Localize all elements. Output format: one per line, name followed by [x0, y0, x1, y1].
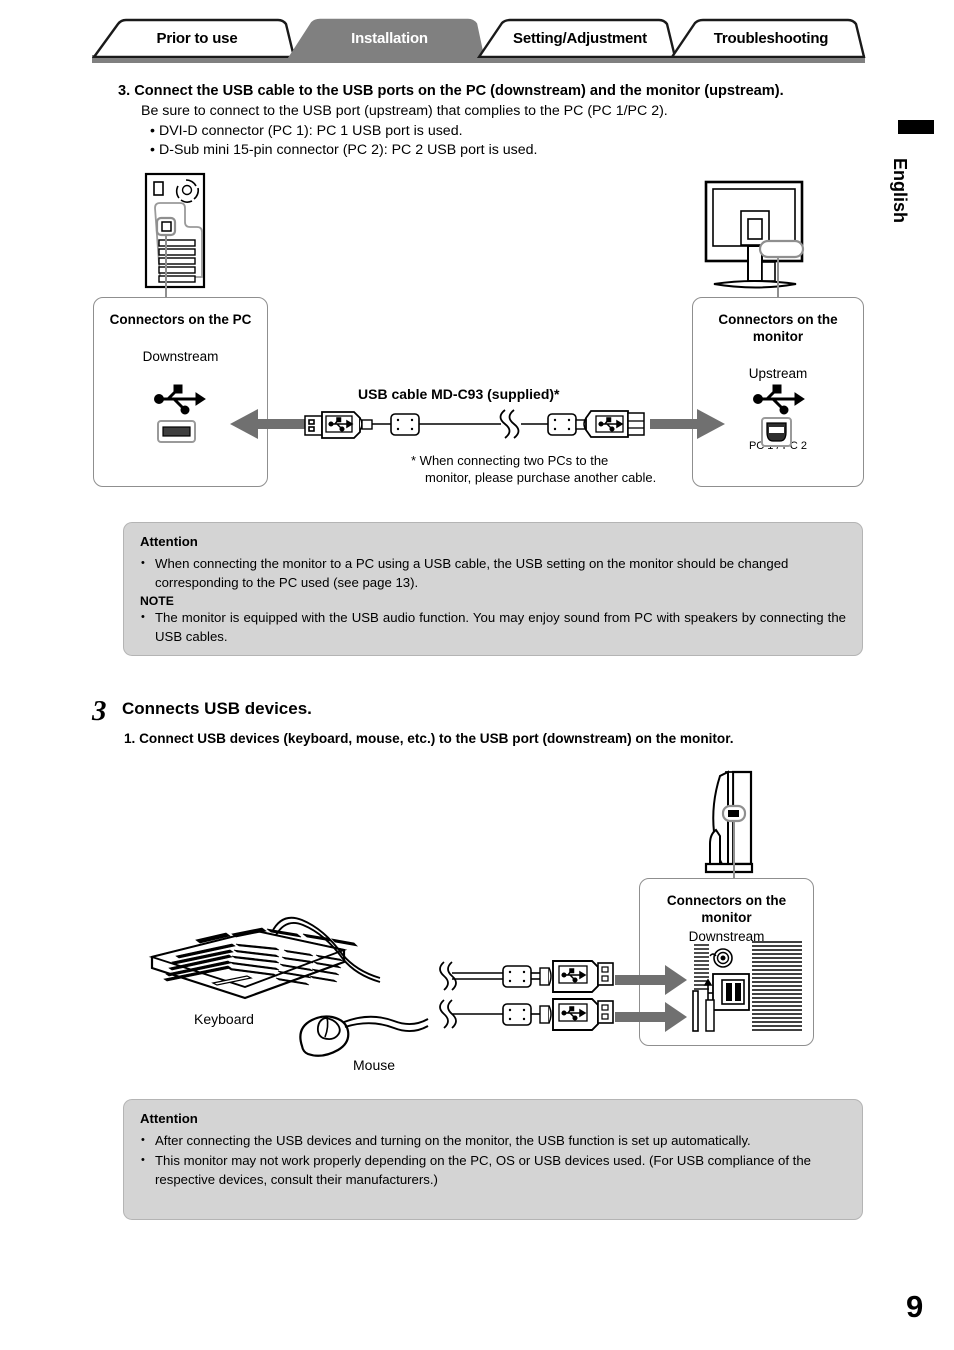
monitor-rear-view-icon	[704, 180, 805, 298]
tab-installation[interactable]: Installation	[288, 18, 485, 58]
attention-heading: Attention	[140, 534, 198, 549]
note-item: The monitor is equipped with the USB aud…	[140, 608, 846, 646]
section-step-1: 1. Connect USB devices (keyboard, mouse,…	[124, 731, 734, 746]
pc-connectors-callout: Connectors on the PC Downstream	[93, 297, 268, 487]
usb-cable-note-line2: monitor, please purchase another cable.	[425, 470, 657, 485]
section-tab-bar: Prior to use Installation Setting/Adjust…	[92, 18, 866, 63]
device-cables	[271, 916, 429, 1032]
keyboard-label: Keyboard	[194, 1011, 254, 1027]
bullet-text: DVI-D connector (PC 1): PC 1 USB port is…	[158, 123, 463, 139]
mouse-icon	[299, 1015, 350, 1057]
monitor-callout-title: Connectors on the monitor	[718, 312, 838, 344]
monitor2-callout-subtitle: Downstream	[688, 929, 765, 944]
tab-setting-adjustment[interactable]: Setting/Adjustment	[477, 18, 677, 58]
monitor-connectors-callout: Connectors on the monitor Upstream PC 1 …	[692, 297, 864, 487]
step-3-subtext: Be sure to connect to the USB port (upst…	[141, 103, 668, 119]
section-number: 3	[92, 695, 107, 727]
desktop-pc-tower-icon	[144, 172, 206, 298]
pc-callout-subtitle: Downstream	[142, 349, 219, 364]
tab-label: Installation	[351, 29, 428, 47]
note-heading: NOTE	[140, 594, 174, 608]
tab-label: Troubleshooting	[713, 29, 829, 47]
keyboard-icon	[148, 927, 359, 1000]
attention-box-usb-devices: Attention After connecting the USB devic…	[123, 1099, 863, 1220]
section-title: Connects USB devices.	[122, 699, 312, 718]
bullet-glyph: •	[150, 142, 155, 158]
tab-prior-to-use[interactable]: Prior to use	[92, 18, 296, 58]
step-3-bullet-1: • DVI-D connector (PC 1): PC 1 USB port i…	[150, 122, 890, 141]
step-3-heading: 3. Connect the USB cable to the USB port…	[118, 83, 784, 99]
manual-page: Prior to use Installation Setting/Adjust…	[0, 0, 954, 1350]
usb-cable-title: USB cable MD-C93 (supplied)*	[358, 386, 560, 402]
bullet-text: D-Sub mini 15-pin connector (PC 2): PC 2…	[158, 142, 538, 158]
mouse-label: Mouse	[353, 1057, 396, 1073]
usb-cable-illustration	[304, 409, 645, 439]
usb-cable-note-line1: * When connecting two PCs to the	[411, 453, 609, 468]
monitor-downstream-callout: Connectors on the monitor Downstream	[639, 878, 814, 1046]
monitor-callout-subtitle: Upstream	[748, 366, 808, 381]
usb-plug-lower	[439, 998, 614, 1031]
tab-troubleshooting[interactable]: Troubleshooting	[670, 18, 866, 58]
attention-box-usb-setting: Attention When connecting the monitor to…	[123, 522, 863, 656]
tab-label: Setting/Adjustment	[513, 29, 647, 47]
usb-cable-note: * When connecting two PCs to the monitor…	[411, 452, 656, 486]
step-3-bullet-2: • D-Sub mini 15-pin connector (PC 2): PC …	[150, 141, 890, 160]
monitor-callout-footnote: PC 1 / PC 2	[748, 440, 808, 452]
usb-plug-upper	[439, 960, 614, 993]
page-number: 9	[906, 1289, 924, 1324]
tab-label: Prior to use	[156, 29, 238, 47]
attention-heading: Attention	[140, 1111, 198, 1126]
monitor2-callout-title: Connectors on the monitor	[666, 893, 787, 925]
side-tab-marker	[898, 120, 934, 134]
monitor-side-view-icon	[704, 770, 754, 879]
attention-item: This monitor may not work properly depen…	[140, 1151, 846, 1189]
attention-item: After connecting the USB devices and tur…	[140, 1131, 846, 1150]
bullet-glyph: •	[150, 123, 155, 139]
pc-callout-title: Connectors on the PC	[109, 312, 252, 327]
attention-item: When connecting the monitor to a PC usin…	[140, 554, 846, 592]
